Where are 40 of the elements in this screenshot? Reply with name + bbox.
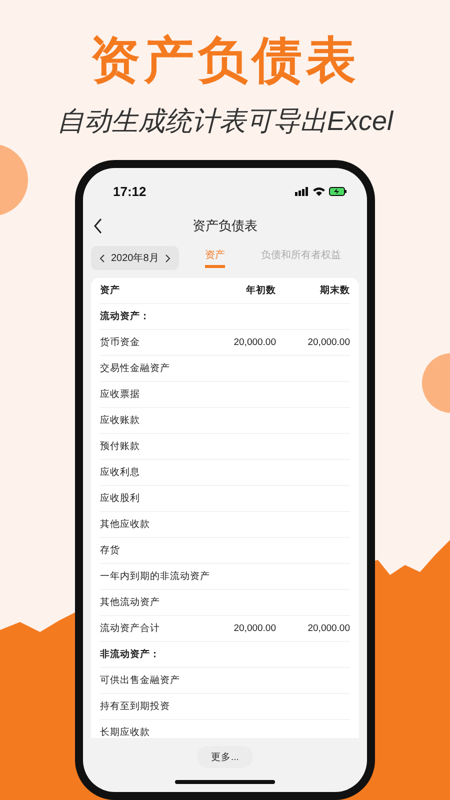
row-label: 预付账款: [100, 440, 141, 453]
headline: 资产负债表: [90, 31, 360, 90]
circle-decoration: [0, 144, 28, 216]
tab[interactable]: 资产: [204, 248, 225, 268]
screen-title: 资产负债表: [192, 217, 258, 235]
row-label: 其他流动资产: [100, 596, 161, 609]
column-header: 年初数: [244, 284, 276, 297]
circle-decoration: [422, 353, 450, 413]
table-cell-text: 20,000.00: [232, 337, 276, 348]
row-label: 应收利息: [100, 466, 141, 479]
row-label: 其他应收款: [100, 518, 151, 531]
period-label: 2020年8月: [111, 252, 159, 265]
tab[interactable]: 负债和所有者权益: [260, 248, 341, 268]
back-icon[interactable]: [93, 218, 103, 234]
column-header: 期末数: [319, 284, 350, 297]
row-label: 长期应收款: [100, 726, 151, 738]
signal-icon: [295, 186, 309, 196]
section-label: 流动资产：: [100, 310, 151, 323]
row-label: 持有至到期投资: [100, 700, 171, 713]
row-label: 一年内到期的非流动资产: [100, 570, 210, 583]
battery-icon: [329, 186, 347, 196]
previous-icon[interactable]: [99, 254, 105, 262]
wifi-icon: [313, 186, 325, 196]
row-label: 可供出售金融资产: [100, 674, 181, 687]
row-label: 货币资金: [100, 336, 141, 349]
row-label: 流动资产合计: [100, 622, 161, 635]
table-cell-text: 20,000.00: [306, 623, 350, 634]
row-label: 应收账款: [100, 414, 141, 427]
status-time: 17:12: [113, 184, 146, 198]
more-button[interactable]: 更多...: [197, 746, 253, 768]
next-icon[interactable]: [164, 254, 171, 262]
row-label: 应收票据: [100, 388, 141, 401]
column-header: 资产: [100, 284, 121, 297]
table-cell-text: 20,000.00: [232, 623, 276, 634]
section-label: 非流动资产：: [100, 648, 161, 661]
row-label: 交易性金融资产: [100, 362, 171, 375]
row-label: 应收股利: [100, 492, 141, 505]
row-label: 存货: [100, 544, 121, 557]
subtitle: 自动生成统计表可导出Excel: [56, 105, 394, 138]
table-cell-text: 20,000.00: [306, 337, 350, 348]
